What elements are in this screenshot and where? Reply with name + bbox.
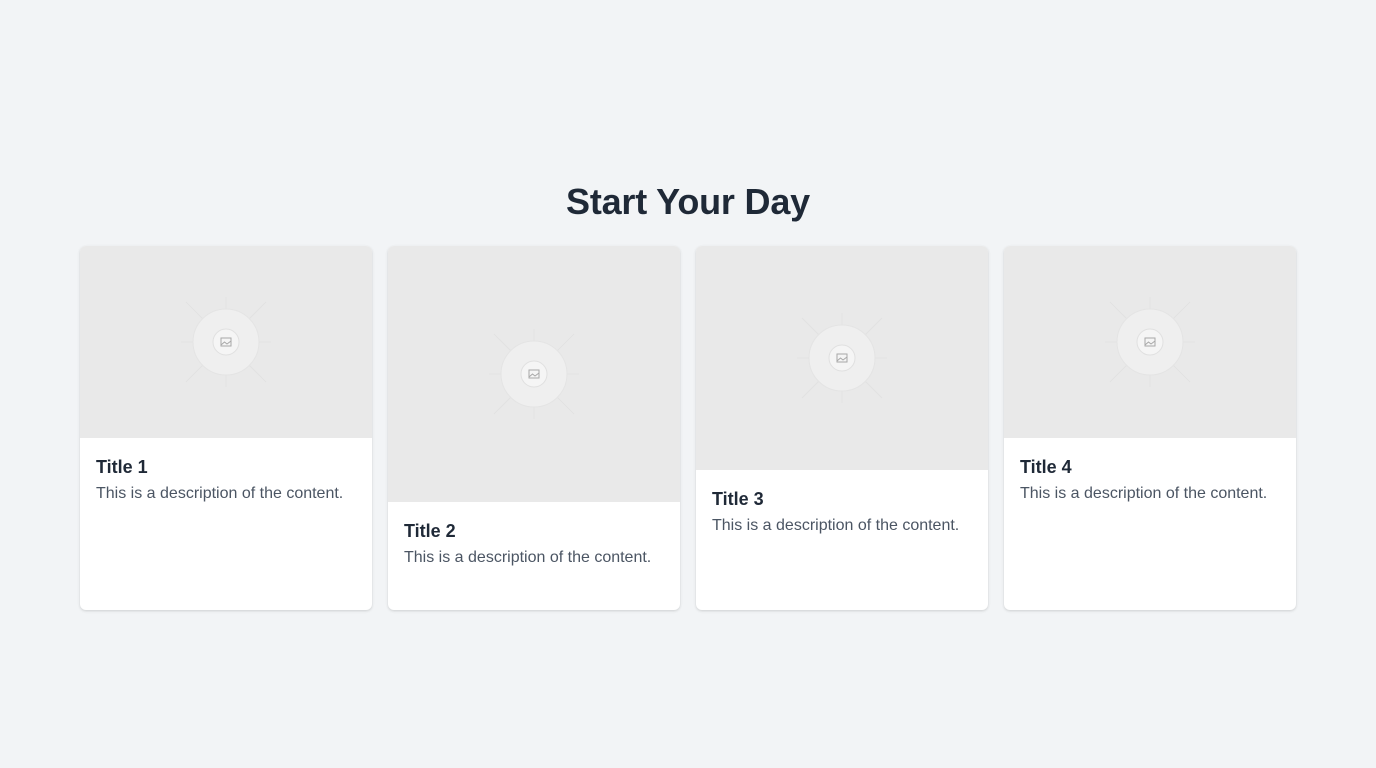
- card-image: [696, 246, 988, 470]
- card-description: This is a description of the content.: [712, 517, 960, 534]
- image-placeholder-icon: [176, 292, 276, 392]
- card-title: Title 3: [712, 489, 764, 509]
- card-description: This is a description of the content.: [96, 485, 344, 502]
- card-title: Title 4: [1020, 457, 1072, 477]
- card-image: [80, 246, 372, 438]
- page: Start Your Day Title 1 This is a descrip…: [0, 0, 1376, 768]
- card-description: This is a description of the content.: [1020, 485, 1268, 502]
- card-image: [388, 246, 680, 502]
- card-body: Title 3 This is a description of the con…: [696, 470, 988, 554]
- card-body: Title 1 This is a description of the con…: [80, 438, 372, 522]
- content-card[interactable]: Title 1 This is a description of the con…: [80, 246, 372, 610]
- card-image: [1004, 246, 1296, 438]
- image-placeholder-icon: [1100, 292, 1200, 392]
- card-title: Title 2: [404, 521, 456, 541]
- card-body: Title 2 This is a description of the con…: [388, 502, 680, 586]
- card-description: This is a description of the content.: [404, 549, 652, 566]
- content-card[interactable]: Title 4 This is a description of the con…: [1004, 246, 1296, 610]
- image-placeholder-icon: [792, 308, 892, 408]
- content-card[interactable]: Title 2 This is a description of the con…: [388, 246, 680, 610]
- content-card[interactable]: Title 3 This is a description of the con…: [696, 246, 988, 610]
- image-placeholder-icon: [484, 324, 584, 424]
- card-title: Title 1: [96, 457, 148, 477]
- page-title: Start Your Day: [566, 181, 810, 222]
- card-body: Title 4 This is a description of the con…: [1004, 438, 1296, 522]
